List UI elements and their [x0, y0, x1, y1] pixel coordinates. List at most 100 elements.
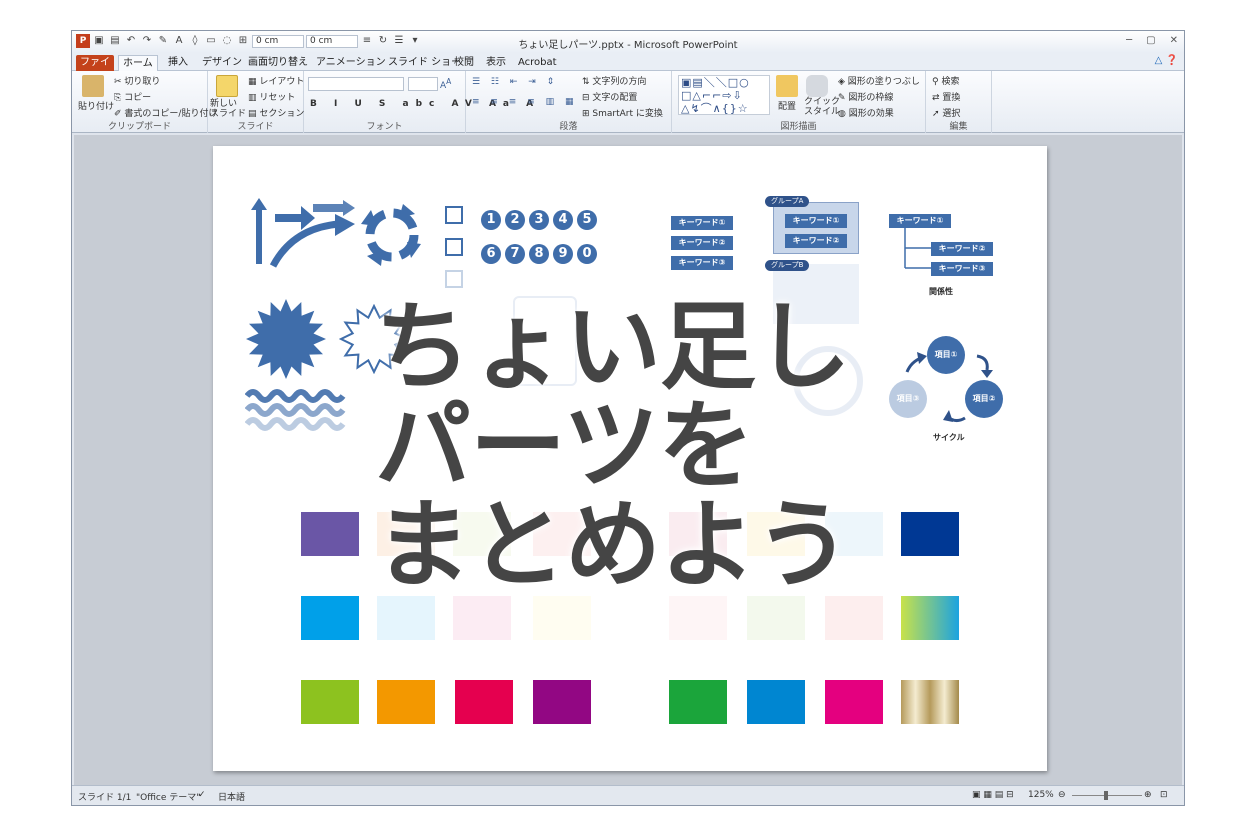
language[interactable]: 日本語 [218, 790, 245, 803]
text-direction-button[interactable]: ⇅ 文字列の方向 [582, 74, 646, 87]
cut-button[interactable]: ✂ 切り取り [114, 74, 160, 87]
layout-icon: ▦ [248, 77, 260, 87]
layout-label: レイアウト [259, 77, 305, 87]
tab-design[interactable]: デザイン [198, 55, 246, 71]
cut-label: 切り取り [124, 77, 161, 87]
new-slide-button[interactable]: 新しい スライド [210, 99, 246, 119]
paragraph-group-label: 段落 [559, 122, 578, 132]
tab-animations[interactable]: アニメーション [312, 55, 390, 71]
close-icon[interactable]: ✕ [1170, 35, 1178, 46]
shape-fill-label: 図形の塗りつぶし [847, 77, 920, 87]
shape-outline-button[interactable]: ✎ 図形の枠線 [838, 90, 893, 103]
align-buttons[interactable]: ≡ ≡ ≡ ≡ ▥ ▦ [472, 97, 577, 107]
paste-button[interactable]: 貼り付け [78, 99, 114, 112]
arrange-button[interactable]: 配置 [778, 99, 796, 112]
format-painter-button[interactable]: ✐ 書式のコピー/貼り付け [114, 106, 217, 119]
ribbon: 貼り付け ✂ 切り取り ⎘ コピー ✐ 書式のコピー/貼り付け クリップボード … [72, 71, 1184, 133]
zoom-out-icon[interactable]: ⊖ [1058, 790, 1066, 800]
tab-home[interactable]: ホーム [118, 55, 158, 72]
font-size-dropdown[interactable] [408, 77, 438, 91]
tab-insert[interactable]: 挿入 [164, 55, 192, 71]
cycle-arrows [905, 352, 993, 423]
swatch-gold [901, 680, 959, 724]
spellcheck-icon[interactable]: ✓ [198, 790, 206, 800]
minimize-icon[interactable]: ─ [1126, 35, 1132, 46]
shape-outline-label: 図形の枠線 [848, 93, 894, 103]
copy-button[interactable]: ⎘ コピー [114, 90, 151, 103]
starburst-shape [246, 299, 326, 379]
swatch-magenta [533, 680, 591, 724]
smartart-button[interactable]: ⊞ SmartArt に変換 [582, 106, 663, 119]
shapes-gallery[interactable]: ▣▤＼＼□○ □△⌐⌐⇨⇩ △↯⌒∧{}☆ [678, 75, 770, 115]
number-circle-9: 9 [553, 244, 573, 264]
select-button[interactable]: ➚ 選択 [932, 106, 960, 119]
font-name-dropdown[interactable] [308, 77, 404, 91]
zoom-slider-thumb[interactable] [1104, 791, 1108, 800]
font-group-label: フォント [366, 122, 403, 132]
align-text-icon: ⊟ [582, 93, 593, 103]
relation-keyword-2: キーワード② [931, 242, 993, 256]
number-circle-4: 4 [553, 210, 573, 230]
checkbox-icon-2 [445, 238, 463, 256]
find-button[interactable]: ⚲ 検索 [932, 74, 959, 87]
relation-caption: 関係性 [929, 287, 953, 296]
shape-effects-button[interactable]: ◍ 図形の効果 [838, 106, 894, 119]
status-bar: スライド 1/1 "Office テーマ" ✓ 日本語 ▣ ▦ ▤ ⊟ 125%… [72, 785, 1184, 805]
window-title: ちょい足しパーツ.pptx - Microsoft PowerPoint [518, 40, 738, 51]
group-slides: 新しい スライド ▦ レイアウト ▥ リセット ▤ セクション スライド [208, 71, 304, 133]
shape-fill-button[interactable]: ◈ 図形の塗りつぶし [838, 74, 920, 87]
align-text-button[interactable]: ⊟ 文字の配置 [582, 90, 637, 103]
tab-transitions[interactable]: 画面切り替え [244, 55, 312, 71]
tab-view[interactable]: 表示 [482, 55, 510, 71]
group-b-label: グループB [765, 260, 810, 271]
brush-icon: ✐ [114, 109, 125, 119]
drawing-group-label: 図形描画 [780, 122, 817, 132]
slide-title-line-1: ちょい足し [375, 291, 851, 403]
powerpoint-window: P ▣ ▤ ↶ ↷ ✎ A ◊ ▭ ◌ ⊞ 0 cm 0 cm ≡ ↻ ☰ ▾ … [71, 30, 1185, 806]
zoom-in-icon[interactable]: ⊕ [1144, 790, 1152, 800]
shape-effects-label: 図形の効果 [848, 109, 894, 119]
fit-to-window-icon[interactable]: ⊡ [1160, 790, 1168, 800]
swatch-faded-12 [825, 596, 883, 640]
grow-font-icon[interactable]: AA [440, 77, 451, 91]
format-painter-label: 書式のコピー/貼り付け [124, 109, 218, 119]
maximize-icon[interactable]: ▢ [1146, 35, 1155, 46]
quick-styles-button[interactable]: クイック スタイル [804, 97, 840, 117]
tab-file[interactable]: ファイル [76, 55, 114, 83]
tab-review[interactable]: 校閲 [450, 55, 478, 71]
swatch-navy [901, 512, 959, 556]
section-button[interactable]: ▤ セクション [248, 106, 304, 119]
reset-button[interactable]: ▥ リセット [248, 90, 295, 103]
paste-icon[interactable] [82, 75, 104, 97]
swatch-blue [747, 680, 805, 724]
new-slide-icon[interactable] [216, 75, 238, 97]
align-text-label: 文字の配置 [592, 93, 638, 103]
swatch-gradient [901, 596, 959, 640]
group-font: AA B I U S abc AV Aa A フォント [304, 71, 533, 133]
tab-acrobat[interactable]: Acrobat [514, 55, 561, 71]
zoom-level[interactable]: 125% [1028, 790, 1054, 800]
cycle-arrows-icon [361, 204, 421, 266]
replace-label: 置換 [942, 93, 961, 103]
select-label: 選択 [942, 109, 961, 119]
replace-button[interactable]: ⇄ 置換 [932, 90, 960, 103]
cycle-caption: サイクル [933, 433, 965, 442]
slide[interactable]: 1 2 3 4 5 6 7 8 9 0 キーワード① キーワード② キーワード③… [213, 146, 1047, 771]
ribbon-tabs: ファイル ホーム 挿入 デザイン 画面切り替え アニメーション スライド ショー… [72, 53, 1184, 83]
swatch-faded-7 [377, 596, 435, 640]
arrange-icon-large[interactable] [776, 75, 798, 97]
copy-icon: ⎘ [114, 93, 125, 103]
swatch-pink [825, 680, 883, 724]
text-direction-icon: ⇅ [582, 77, 593, 87]
number-circle-5: 5 [577, 210, 597, 230]
slide-title: ちょい足し パーツを まとめよう [375, 298, 895, 595]
swatch-emerald [669, 680, 727, 724]
number-circle-7: 7 [505, 244, 525, 264]
help-icon[interactable]: △ ❓ [1155, 55, 1178, 66]
layout-button[interactable]: ▦ レイアウト [248, 74, 304, 87]
theme-name[interactable]: "Office テーマ" [136, 790, 200, 803]
list-buttons[interactable]: ☰ ☷ ⇤ ⇥ ⇕ [472, 77, 558, 87]
view-buttons[interactable]: ▣ ▦ ▤ ⊟ [972, 790, 1014, 800]
group-paragraph: ☰ ☷ ⇤ ⇥ ⇕ ≡ ≡ ≡ ≡ ▥ ▦ ⇅ 文字列の方向 ⊟ 文字の配置 ⊞… [466, 71, 672, 133]
quick-styles-icon[interactable] [806, 75, 828, 97]
